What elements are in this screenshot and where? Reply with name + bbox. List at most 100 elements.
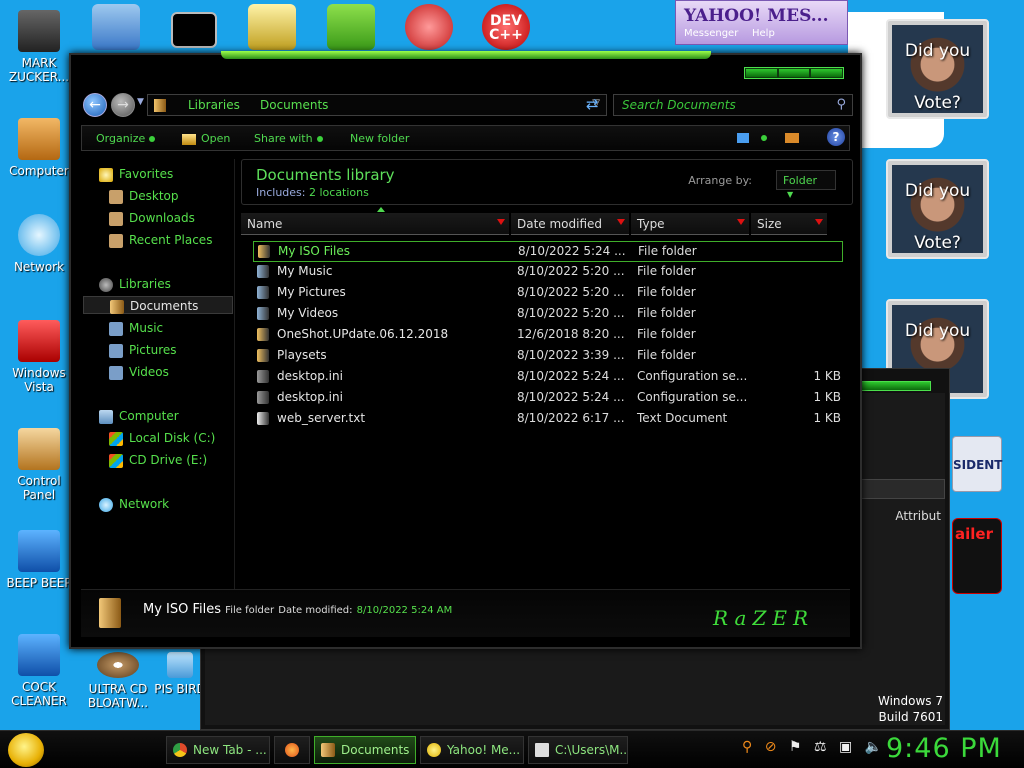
recent-pages-chevron-icon[interactable]: ▼ xyxy=(137,97,144,107)
arrange-by-dropdown[interactable]: Folder ▼ xyxy=(776,170,836,199)
background-dropdown[interactable] xyxy=(855,479,945,499)
column-header-date[interactable]: Date modified xyxy=(511,213,629,235)
forward-button[interactable]: → xyxy=(111,93,135,117)
attribute-column-header[interactable]: Attribut xyxy=(895,509,941,523)
view-dropdown-dot-icon[interactable] xyxy=(761,135,767,141)
desktop-icon-network[interactable]: Network xyxy=(1,214,77,274)
file-row[interactable]: OneShot.UPdate.06.12.2018 12/6/2018 8:20… xyxy=(253,325,843,346)
president-badge[interactable]: SIDENT xyxy=(952,436,1003,492)
file-name: Playsets xyxy=(277,348,327,362)
column-dropdown-icon[interactable] xyxy=(497,219,505,225)
back-button[interactable]: ← xyxy=(83,93,107,117)
view-icon[interactable] xyxy=(737,133,749,143)
volume-icon[interactable]: 🔈 xyxy=(865,739,882,755)
desktop-icon-ultra-cd[interactable]: ULTRA CD BLOATW... xyxy=(80,652,156,710)
file-row[interactable]: My ISO Files 8/10/2022 5:24 ... File fol… xyxy=(253,241,843,262)
desktop-icon-computer[interactable]: Computer xyxy=(1,118,77,178)
taskbar-documents[interactable]: Documents xyxy=(314,736,416,764)
column-header-type[interactable]: Type xyxy=(631,213,749,235)
vote-card[interactable]: Did you Vote? xyxy=(886,19,989,119)
help-icon[interactable]: ? xyxy=(827,128,845,146)
search-input[interactable]: Search Documents ⚲ xyxy=(613,94,853,116)
address-bar[interactable]: Libraries Documents ▽ xyxy=(147,94,607,116)
nav-music[interactable]: Music xyxy=(109,319,163,337)
column-dropdown-icon[interactable] xyxy=(737,219,745,225)
trailer-badge[interactable]: ailer xyxy=(952,518,1002,594)
breadcrumb-documents[interactable]: Documents xyxy=(260,98,328,112)
file-row[interactable]: web_server.txt 8/10/2022 6:17 ... Text D… xyxy=(253,409,843,430)
column-dropdown-icon[interactable] xyxy=(617,219,625,225)
nav-pictures[interactable]: Pictures xyxy=(109,341,177,359)
printer-icon[interactable] xyxy=(248,4,296,50)
search-icon[interactable]: ⚲ xyxy=(836,97,846,112)
network-icon[interactable]: ▣ xyxy=(839,739,852,755)
trailer-label: ailer xyxy=(955,525,993,543)
open-button[interactable]: Open xyxy=(182,132,230,145)
desktop-icon-control-panel[interactable]: Control Panel xyxy=(1,428,77,502)
taskbar-clock[interactable]: 9:46 PM xyxy=(886,733,1002,764)
nav-computer[interactable]: Computer xyxy=(99,407,179,425)
file-row[interactable]: My Videos 8/10/2022 5:20 ... File folder xyxy=(253,304,843,325)
nav-network[interactable]: Network xyxy=(99,495,169,513)
taskbar-yahoo[interactable]: Yahoo! Me... xyxy=(420,736,524,764)
hard-drive-icon xyxy=(109,431,123,446)
share-with-button[interactable]: Share with xyxy=(254,132,323,145)
dev-cpp-icon[interactable]: DEV C++ xyxy=(482,4,530,50)
nav-recent-places[interactable]: Recent Places xyxy=(109,231,212,249)
library-title: Documents library xyxy=(256,166,395,184)
column-header-size[interactable]: Size xyxy=(751,213,827,235)
start-button[interactable] xyxy=(8,733,44,767)
desktop-icon-label: Windows Vista xyxy=(12,366,66,394)
yahoo-menu-messenger[interactable]: Messenger xyxy=(684,28,738,39)
file-date: 8/10/2022 5:24 ... xyxy=(517,390,625,404)
top-app-icon[interactable] xyxy=(92,4,140,50)
nav-libraries[interactable]: Libraries xyxy=(99,275,171,293)
flag-icon[interactable]: ⚑ xyxy=(789,739,802,755)
nav-downloads[interactable]: Downloads xyxy=(109,209,195,227)
nav-label: Pictures xyxy=(129,343,177,357)
maximize-button[interactable] xyxy=(778,69,810,77)
file-row[interactable]: desktop.ini 8/10/2022 5:24 ... Configura… xyxy=(253,367,843,388)
breadcrumb-libraries[interactable]: Libraries xyxy=(188,98,240,112)
column-dropdown-icon[interactable] xyxy=(815,219,823,225)
taskbar-firefox[interactable] xyxy=(274,736,310,764)
nav-cd-drive[interactable]: CD Drive (E:) xyxy=(109,451,207,469)
dropdown-dot-icon xyxy=(149,136,156,142)
new-folder-button[interactable]: New folder xyxy=(350,132,409,145)
explorer-window[interactable]: ← → ▼ Libraries Documents ▽ ⇄ Search Doc… xyxy=(69,51,862,649)
column-header-name[interactable]: Name xyxy=(241,213,509,235)
nav-label: Network xyxy=(119,497,170,511)
yahoo-messenger-window[interactable]: YAHOO! MES... Messenger Help xyxy=(675,0,848,45)
refresh-icon[interactable]: ⇄ xyxy=(586,95,599,113)
taskbar-chrome[interactable]: New Tab - ... xyxy=(166,736,270,764)
file-row[interactable]: My Pictures 8/10/2022 5:20 ... File fold… xyxy=(253,283,843,304)
terminal-icon[interactable] xyxy=(171,12,217,48)
action-center-icon[interactable]: ⚖ xyxy=(814,739,827,755)
window-control-buttons[interactable] xyxy=(744,67,844,79)
nav-documents[interactable]: Documents xyxy=(83,296,233,314)
file-row[interactable]: My Music 8/10/2022 5:20 ... File folder xyxy=(253,262,843,283)
nav-local-disk[interactable]: Local Disk (C:) xyxy=(109,429,215,447)
nav-favorites[interactable]: Favorites xyxy=(99,165,173,183)
file-row[interactable]: desktop.ini 8/10/2022 5:24 ... Configura… xyxy=(253,388,843,409)
desktop-icon-beep[interactable]: BEEP BEEP xyxy=(1,530,77,590)
search-icon[interactable]: ⚲ xyxy=(742,739,752,755)
yahoo-menu-help[interactable]: Help xyxy=(752,28,775,39)
nav-videos[interactable]: Videos xyxy=(109,363,169,381)
app-icon[interactable] xyxy=(405,4,453,50)
nav-label: Videos xyxy=(129,365,169,379)
close-button[interactable] xyxy=(811,69,843,77)
stop-icon[interactable]: ⊘ xyxy=(765,739,777,755)
game-icon[interactable] xyxy=(327,4,375,50)
includes-locations-link[interactable]: 2 locations xyxy=(309,186,369,199)
taskbar-terminal[interactable]: C:\Users\M... xyxy=(528,736,628,764)
preview-pane-icon[interactable] xyxy=(785,133,799,143)
vote-card[interactable]: Did you Vote? xyxy=(886,159,989,259)
file-row[interactable]: Playsets 8/10/2022 3:39 ... File folder xyxy=(253,346,843,367)
desktop-icon-vista[interactable]: Windows Vista xyxy=(1,320,77,394)
desktop-icon-mark[interactable]: MARK ZUCKER... xyxy=(1,10,77,84)
minimize-button[interactable] xyxy=(746,69,777,77)
desktop-icon-cleaner[interactable]: COCK CLEANER xyxy=(1,634,77,708)
organize-button[interactable]: Organize xyxy=(96,132,156,145)
nav-desktop[interactable]: Desktop xyxy=(109,187,179,205)
